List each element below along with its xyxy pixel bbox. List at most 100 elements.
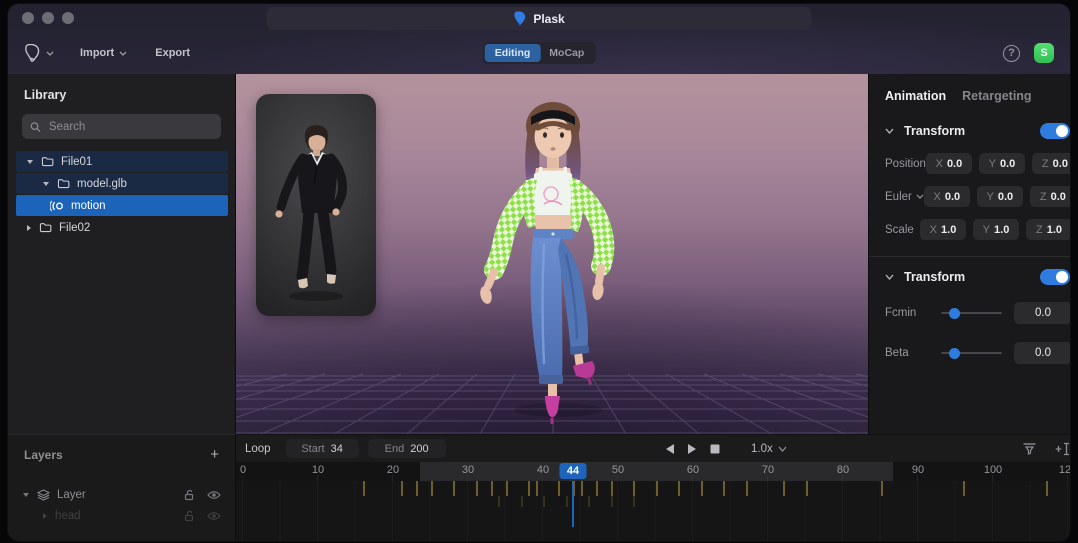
position-label: Position <box>885 158 926 170</box>
ruler-tick: 90 <box>912 464 924 476</box>
layer-row-head[interactable]: head <box>8 505 235 526</box>
unlock-icon[interactable] <box>183 489 195 501</box>
ruler-tick: 120 <box>1059 464 1070 476</box>
euler-z-field[interactable]: Z0.0 <box>1030 186 1070 207</box>
ruler-tick: 60 <box>687 464 699 476</box>
chevron-down-icon <box>916 194 924 199</box>
avatar[interactable]: S <box>1034 43 1054 63</box>
fcmin-slider[interactable] <box>941 307 1002 319</box>
tab-animation[interactable]: Animation <box>885 89 946 103</box>
header: Plask Import Export <box>8 4 1070 74</box>
tab-retargeting[interactable]: Retargeting <box>962 89 1031 103</box>
chevron-down-icon[interactable] <box>42 181 50 187</box>
ruler-tick: 20 <box>387 464 399 476</box>
tab-mocap[interactable]: MoCap <box>540 44 593 62</box>
motion-icon <box>50 200 64 212</box>
chevron-right-icon[interactable] <box>26 224 32 232</box>
import-label: Import <box>80 47 114 59</box>
tree-item-label: File02 <box>59 222 90 234</box>
ruler-tick: 30 <box>462 464 474 476</box>
transport-controls: 1.0x <box>662 442 787 456</box>
layer-row[interactable]: Layer <box>8 484 235 505</box>
chevron-down-icon <box>885 274 894 280</box>
playhead[interactable] <box>572 481 574 527</box>
loop-end-input[interactable]: End 200 <box>368 439 446 458</box>
position-x-field[interactable]: X0.0 <box>926 153 972 174</box>
minimize-window-icon[interactable] <box>42 12 54 24</box>
loop-start-input[interactable]: Start 34 <box>286 439 359 458</box>
scale-label: Scale <box>885 224 920 236</box>
search-box[interactable] <box>22 114 221 139</box>
logo-menu-button[interactable] <box>24 44 54 62</box>
step-back-button[interactable] <box>662 442 676 456</box>
tree-item-label: model.glb <box>77 178 127 190</box>
euler-y-field[interactable]: Y0.0 <box>977 186 1023 207</box>
tab-editing[interactable]: Editing <box>485 44 541 62</box>
add-layer-button[interactable]: + <box>210 447 219 462</box>
transform-toggle[interactable] <box>1040 123 1070 139</box>
export-button[interactable]: Export <box>155 47 190 59</box>
help-icon[interactable]: ? <box>1003 45 1020 62</box>
position-y-field[interactable]: Y0.0 <box>979 153 1025 174</box>
transform-section-header[interactable]: Transform <box>869 115 1070 147</box>
ruler-tick: 100 <box>984 464 1002 476</box>
beta-slider[interactable] <box>941 347 1002 359</box>
chevron-down-icon <box>119 51 127 56</box>
stop-button[interactable] <box>708 442 722 456</box>
app-title: Plask <box>533 12 564 26</box>
beta-value[interactable]: 0.0 <box>1014 342 1070 364</box>
character-model[interactable] <box>236 74 868 434</box>
keyframe-filter-icon[interactable] <box>1022 442 1037 456</box>
export-label: Export <box>155 47 190 59</box>
search-input[interactable] <box>47 120 213 134</box>
ruler-tick: 70 <box>762 464 774 476</box>
section-divider <box>869 256 1070 257</box>
viewport-3d[interactable] <box>236 74 868 434</box>
playback-speed-dropdown[interactable]: 1.0x <box>751 443 787 455</box>
library-title: Library <box>8 74 235 112</box>
timeline-fit-icon[interactable] <box>1055 442 1070 456</box>
search-icon <box>30 121 41 133</box>
eye-icon[interactable] <box>207 511 221 521</box>
beta-label: Beta <box>885 347 941 359</box>
window-controls[interactable] <box>22 12 74 24</box>
tree-item-file02[interactable]: File02 <box>16 217 228 238</box>
euler-dropdown[interactable]: Euler <box>885 191 924 203</box>
chevron-down-icon <box>46 51 54 56</box>
beta-row: Beta 0.0 <box>869 333 1070 373</box>
zoom-window-icon[interactable] <box>62 12 74 24</box>
chevron-down-icon <box>885 128 894 134</box>
scale-y-field[interactable]: Y1.0 <box>973 219 1019 240</box>
timeline-tracks[interactable] <box>236 481 1070 541</box>
unlock-icon[interactable] <box>183 510 195 522</box>
folder-icon <box>39 222 52 233</box>
tree-item-motion[interactable]: motion <box>16 195 228 216</box>
chevron-down-icon[interactable] <box>26 159 34 165</box>
layers-title: Layers <box>24 448 63 462</box>
tree-item-model-glb[interactable]: model.glb <box>16 173 228 194</box>
import-button[interactable]: Import <box>80 47 127 59</box>
close-window-icon[interactable] <box>22 12 34 24</box>
eye-icon[interactable] <box>207 490 221 500</box>
filter-toggle[interactable] <box>1040 269 1070 285</box>
tree-item-label: File01 <box>61 156 92 168</box>
tree-item-file01[interactable]: File01 <box>16 151 228 172</box>
section-title: Transform <box>904 124 965 138</box>
loop-label[interactable]: Loop <box>245 443 271 455</box>
ruler-tick: 80 <box>837 464 849 476</box>
filter-section-header[interactable]: Transform <box>869 261 1070 293</box>
euler-x-field[interactable]: X0.0 <box>924 186 970 207</box>
current-frame-indicator[interactable]: 44 <box>560 463 587 479</box>
fcmin-label: Fcmin <box>885 307 941 319</box>
plask-logo-icon <box>513 11 526 26</box>
timeline-panel: Loop Start 34 End 200 <box>236 434 1070 541</box>
chevron-down-icon[interactable] <box>22 492 30 498</box>
timeline-ruler[interactable]: 0 10 20 30 40 50 60 70 80 90 100 120 44 <box>236 462 1070 481</box>
scale-z-field[interactable]: Z1.0 <box>1026 219 1070 240</box>
fcmin-value[interactable]: 0.0 <box>1014 302 1070 324</box>
position-z-field[interactable]: Z0.0 <box>1032 153 1070 174</box>
mode-switcher: Editing MoCap <box>483 42 596 64</box>
scale-x-field[interactable]: X1.0 <box>920 219 966 240</box>
play-button[interactable] <box>685 442 699 456</box>
chevron-right-icon[interactable] <box>42 512 48 520</box>
